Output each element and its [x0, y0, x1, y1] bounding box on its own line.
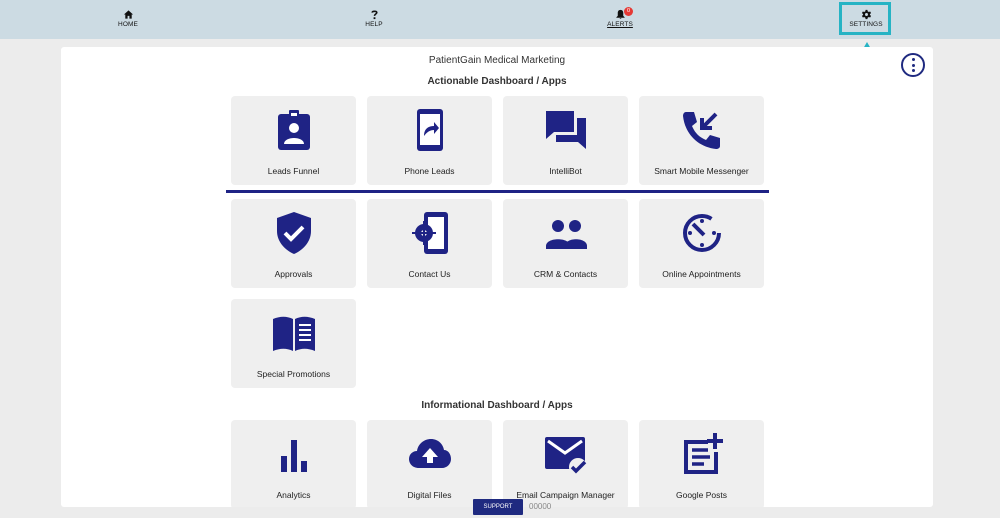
app-tile-label: Analytics: [276, 490, 311, 500]
timer-icon: [639, 211, 764, 255]
phone-settings-icon: [367, 211, 492, 255]
app-tile-label: Smart Mobile Messenger: [654, 166, 749, 176]
informational-section-title: Informational Dashboard / Apps: [421, 400, 573, 411]
shield-check-icon: [231, 211, 356, 255]
app-tile-crm-contacts[interactable]: CRM & Contacts: [503, 199, 628, 288]
nav-help-label: HELP: [365, 21, 383, 28]
nav-home-label: HOME: [118, 21, 138, 28]
app-tile-label: Special Promotions: [256, 369, 331, 379]
app-tile-label: Approvals: [274, 269, 313, 279]
nav-home[interactable]: HOME: [98, 9, 158, 28]
top-nav-bar: HOME HELP 0 ALERTS SETTINGS: [0, 0, 1000, 39]
section-divider: [226, 190, 769, 193]
app-tile-intellibot[interactable]: IntelliBot: [503, 96, 628, 185]
app-tile-online-appointments[interactable]: Online Appointments: [639, 199, 764, 288]
app-tile-digital-files[interactable]: Digital Files: [367, 420, 492, 507]
id-badge-icon: [231, 108, 356, 152]
nav-alerts[interactable]: 0 ALERTS: [590, 7, 650, 28]
app-tile-label: Phone Leads: [404, 166, 455, 176]
support-button[interactable]: SUPPORT: [473, 499, 523, 515]
alerts-count-badge: 0: [624, 7, 633, 16]
app-tile-google-posts[interactable]: Google Posts: [639, 420, 764, 507]
app-tile-label: IntelliBot: [549, 166, 582, 176]
post-add-icon: [639, 432, 764, 476]
dot-icon: [911, 63, 915, 67]
nav-help[interactable]: HELP: [344, 9, 404, 28]
people-icon: [503, 211, 628, 255]
organization-name: PatientGain Medical Marketing: [428, 55, 566, 66]
app-tile-approvals[interactable]: Approvals: [231, 199, 356, 288]
bell-icon: [590, 9, 650, 20]
phone-callback-icon: [639, 108, 764, 152]
phone-share-icon: [367, 108, 492, 152]
home-icon: [98, 9, 158, 20]
settings-highlight-box: [839, 2, 891, 35]
app-tile-special-promotions[interactable]: Special Promotions: [231, 299, 356, 388]
app-tile-contact-us[interactable]: Contact Us: [367, 199, 492, 288]
more-options-button[interactable]: [901, 53, 925, 77]
dashboard-panel: PatientGain Medical Marketing Actionable…: [61, 47, 933, 507]
nav-alerts-label: ALERTS: [607, 21, 633, 28]
actionable-section-title: Actionable Dashboard / Apps: [427, 76, 567, 87]
app-tile-label: CRM & Contacts: [533, 269, 598, 279]
cloud-upload-icon: [367, 432, 492, 476]
app-tile-leads-funnel[interactable]: Leads Funnel: [231, 96, 356, 185]
app-tile-email-campaign-manager[interactable]: Email Campaign Manager: [503, 420, 628, 507]
app-tile-analytics[interactable]: Analytics: [231, 420, 356, 507]
open-book-icon: [231, 311, 356, 355]
app-tile-label: Online Appointments: [662, 269, 741, 279]
mail-check-icon: [503, 432, 628, 476]
chat-bubbles-icon: [503, 108, 628, 152]
app-tile-phone-leads[interactable]: Phone Leads: [367, 96, 492, 185]
app-tile-label: Google Posts: [675, 490, 728, 500]
account-code: 00000: [529, 502, 552, 511]
question-icon: [344, 9, 404, 20]
app-tile-smart-mobile-messenger[interactable]: Smart Mobile Messenger: [639, 96, 764, 185]
dot-icon: [911, 58, 915, 61]
bar-chart-icon: [231, 432, 356, 476]
dot-icon: [911, 69, 915, 72]
app-tile-label: Contact Us: [408, 269, 451, 279]
app-tile-label: Leads Funnel: [267, 166, 320, 176]
